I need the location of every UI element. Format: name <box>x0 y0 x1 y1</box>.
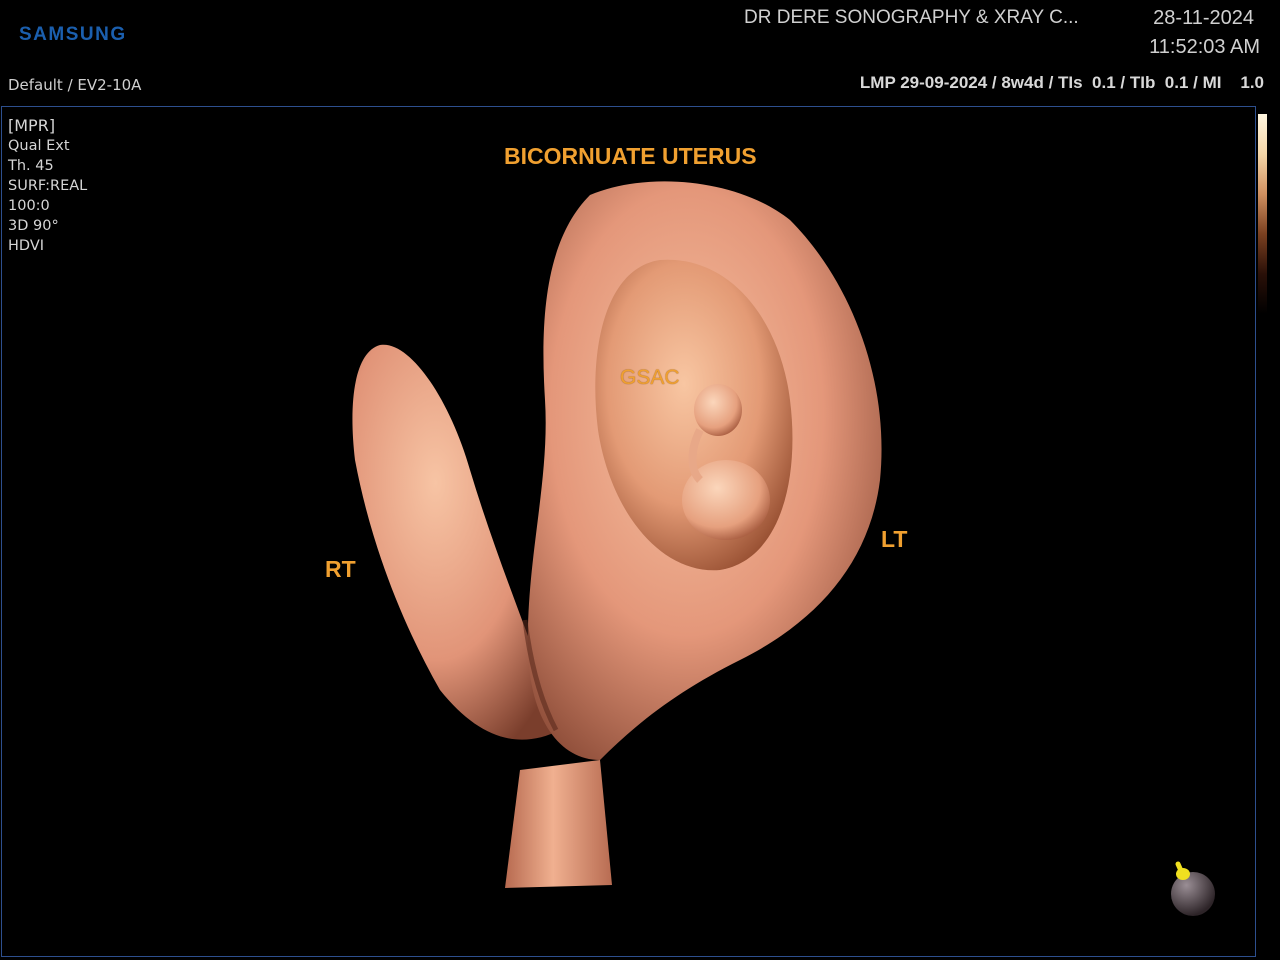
annotation-title: BICORNUATE UTERUS <box>504 143 757 169</box>
info-line: [MPR] <box>8 116 56 135</box>
info-line: HDVI <box>8 238 45 254</box>
info-line: Th. 45 <box>8 158 54 174</box>
annotation-right: RT <box>325 556 356 582</box>
orientation-ball-icon[interactable] <box>1168 858 1228 922</box>
info-line: SURF:REAL <box>8 178 88 194</box>
info-line: Qual Ext <box>8 138 70 154</box>
info-line: 3D 90° <box>8 218 59 234</box>
annotation-left: LT <box>881 526 908 552</box>
annotation-gsac: GSAC <box>620 366 680 389</box>
info-line: 100:0 <box>8 198 50 214</box>
imaging-info-panel: [MPR] Qual Ext Th. 45 SURF:REAL 100:0 3D… <box>8 116 87 256</box>
